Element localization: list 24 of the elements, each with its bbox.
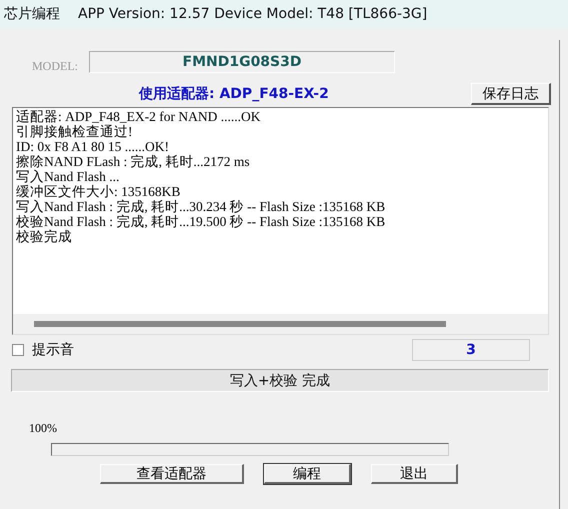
counter-field: 3 — [412, 339, 530, 361]
log-line: 擦除NAND FLash : 完成, 耗时...2172 ms — [16, 154, 251, 169]
log-line: ID: 0x F8 A1 80 15 ......OK! — [16, 139, 170, 154]
progress-percent: 100% — [29, 421, 58, 435]
action-button[interactable]: 退出 — [371, 464, 458, 484]
status-bar: 写入+校验 完成 — [11, 369, 549, 392]
log-line: 写入Nand Flash ... — [16, 169, 120, 184]
action-button[interactable]: 编程 — [264, 464, 351, 484]
scrollbar-thumb[interactable] — [34, 321, 446, 327]
action-button[interactable]: 查看适配器 — [100, 464, 244, 484]
model-label: MODEL: — [32, 59, 79, 74]
sound-label: 提示音 — [32, 341, 75, 359]
adapter-label: 使用适配器: ADP_F48-EX-2 — [139, 85, 330, 103]
app-version-text: APP Version: 12.57 Device Model: T48 [TL866-3G] — [78, 6, 428, 22]
window-title: 芯片编程 — [4, 5, 60, 23]
log-line: 校验Nand Flash : 完成, 耗时...19.500 秒 -- Flash Size :135168 KB — [16, 214, 386, 229]
log-line: 写入Nand Flash : 完成, 耗时...30.234 秒 -- Flash Size :135168 KB — [16, 199, 386, 214]
log-line: 校验完成 — [16, 229, 73, 244]
sound-checkbox[interactable] — [12, 344, 24, 356]
log-line: 缓冲区文件大小: 135168KB — [16, 184, 182, 199]
log-line: 引脚接触检查通过! — [16, 124, 134, 139]
save-log-button[interactable]: 保存日志 — [471, 83, 551, 105]
log-line: 适配器: ADP_F48_EX-2 for NAND ......OK — [16, 109, 262, 124]
model-field: FMND1G08S3D — [89, 51, 395, 73]
